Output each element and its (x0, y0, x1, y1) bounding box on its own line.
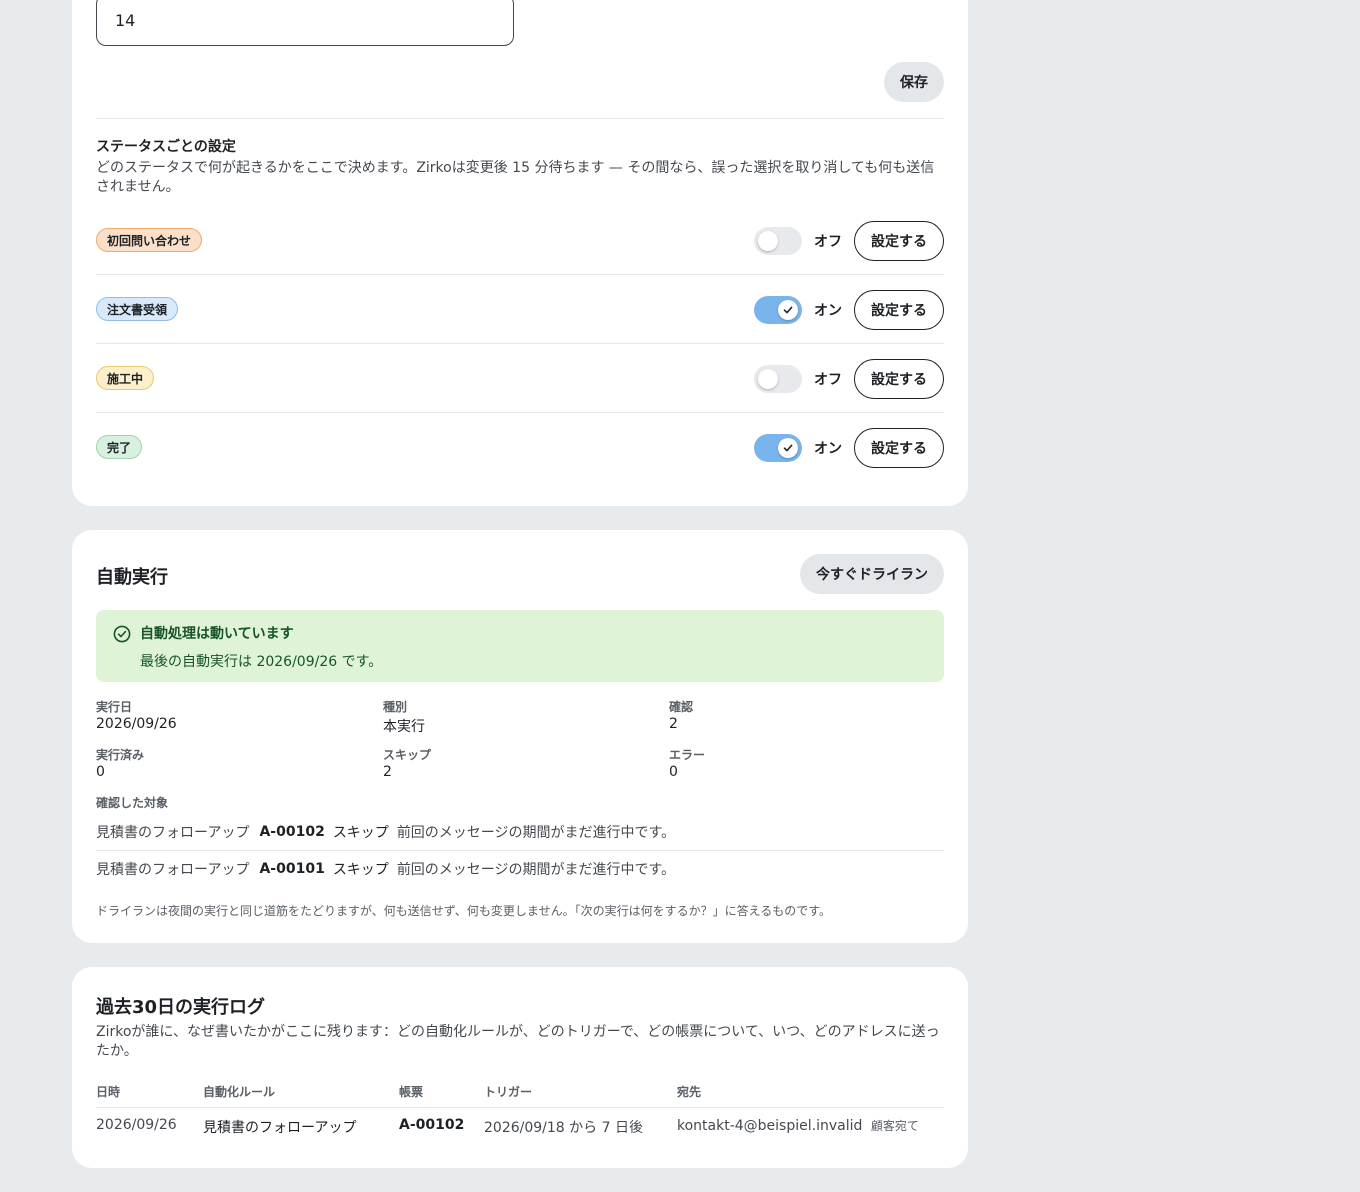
log-rule: 見積書のフォローアップ (203, 1120, 357, 1136)
status-toggle[interactable] (754, 434, 802, 462)
log-title: 過去30日の実行ログ (96, 997, 266, 1018)
column-header-rule: 自動化ルール (203, 1085, 276, 1099)
dry-run-button[interactable]: 今すぐドライラン (800, 554, 944, 594)
field-value: 本実行 (383, 719, 425, 735)
status-section-title: ステータスごとの設定 (96, 139, 236, 155)
status-toggle[interactable] (754, 296, 802, 324)
recipient-address: kontakt-4@beispiel.invalid (677, 1118, 863, 1134)
toggle-knob (778, 438, 798, 458)
field-label: 確認 (669, 700, 694, 714)
status-toggle[interactable] (754, 365, 802, 393)
toggle-state-label: オフ (814, 234, 842, 250)
target-reason: 前回のメッセージの期間がまだ進行中です。 (396, 824, 676, 841)
check-circle-icon (113, 625, 131, 647)
column-header-recipient: 宛先 (677, 1085, 702, 1099)
log-date: 2026/09/26 (96, 1117, 177, 1133)
column-header-date: 日時 (96, 1085, 121, 1099)
alert-title: 自動処理は動いています (140, 626, 294, 642)
configure-button[interactable]: 設定する (854, 428, 944, 468)
toggle-state-label: オン (814, 303, 842, 319)
status-row: 注文書受領 オン 設定する (96, 275, 944, 344)
auto-run-card: 自動実行 今すぐドライラン 自動処理は動いています 最後の自動実行は 2026/… (72, 530, 968, 943)
target-result: スキップ (332, 861, 389, 878)
toggle-knob (778, 300, 798, 320)
column-header-document: 帳票 (399, 1085, 424, 1099)
log-document: A-00102 (399, 1117, 465, 1133)
column-header-trigger: トリガー (484, 1085, 533, 1099)
alert-message: 最後の自動実行は 2026/09/26 です。 (140, 654, 383, 670)
targets-label: 確認した対象 (96, 796, 169, 810)
target-row: 見積書のフォローアップ A-00101 スキップ 前回のメッセージの期間がまだ進… (96, 850, 944, 887)
recipient-note: 顧客宛て (870, 1119, 919, 1133)
field-label: 種別 (383, 700, 408, 714)
target-rule: 見積書のフォローアップ (96, 824, 250, 841)
toggle-knob (758, 231, 778, 251)
header-divider (96, 1107, 944, 1108)
check-icon (783, 444, 793, 452)
status-badge: 注文書受領 (96, 297, 179, 321)
status-row: 完了 オン 設定する (96, 413, 944, 482)
field-label: 実行日 (96, 700, 133, 714)
check-icon (783, 306, 793, 314)
save-button[interactable]: 保存 (884, 62, 944, 102)
status-section-description: どのステータスで何が起きるかをここで決めます。Zirkoは変更後 15 分待ちま… (96, 160, 935, 195)
status-badge: 施工中 (96, 366, 155, 390)
auto-run-title: 自動実行 (96, 567, 168, 588)
run-log-card: 過去30日の実行ログ Zirkoが誰に、なぜ書いたかがここに残ります：どの自動化… (72, 967, 968, 1168)
toggle-state-label: オフ (814, 372, 842, 388)
status-row: 施工中 オフ 設定する (96, 344, 944, 413)
status-badge: 初回問い合わせ (96, 228, 203, 252)
target-rule: 見積書のフォローアップ (96, 861, 250, 878)
target-code: A-00102 (259, 823, 325, 840)
configure-button[interactable]: 設定する (854, 221, 944, 261)
toggle-knob (758, 369, 778, 389)
rules-card: 14 保存 ステータスごとの設定 どのステータスで何が起きるかをここで決めます。… (72, 0, 968, 506)
status-alert: 自動処理は動いています 最後の自動実行は 2026/09/26 です。 (96, 610, 944, 682)
target-row: 見積書のフォローアップ A-00102 スキップ 前回のメッセージの期間がまだ進… (96, 813, 944, 850)
field-label: エラー (669, 748, 706, 762)
log-recipient: kontakt-4@beispiel.invalid 顧客宛て (677, 1117, 919, 1134)
field-value: 2 (669, 716, 678, 732)
configure-button[interactable]: 設定する (854, 290, 944, 330)
field-value: 0 (96, 764, 105, 780)
status-toggle[interactable] (754, 227, 802, 255)
divider (96, 118, 944, 119)
target-result: スキップ (332, 824, 389, 841)
target-reason: 前回のメッセージの期間がまだ進行中です。 (396, 861, 676, 878)
field-label: 実行済み (96, 748, 145, 762)
target-code: A-00101 (259, 860, 325, 877)
log-trigger: 2026/09/18 から 7 日後 (484, 1120, 643, 1136)
log-description: Zirkoが誰に、なぜ書いたかがここに残ります：どの自動化ルールが、どのトリガー… (96, 1024, 940, 1059)
field-value: 2 (383, 764, 392, 780)
status-badge: 完了 (96, 435, 143, 459)
configure-button[interactable]: 設定する (854, 359, 944, 399)
dry-run-footnote: ドライランは夜間の実行と同じ道筋をたどりますが、何も送信せず、何も変更しません。… (96, 904, 832, 918)
field-value: 2026/09/26 (96, 716, 177, 732)
field-label: スキップ (383, 748, 432, 762)
days-input-value: 14 (115, 10, 136, 30)
toggle-state-label: オン (814, 441, 842, 457)
field-value: 0 (669, 764, 678, 780)
days-input[interactable]: 14 (96, 0, 514, 46)
status-row: 初回問い合わせ オフ 設定する (96, 206, 944, 275)
